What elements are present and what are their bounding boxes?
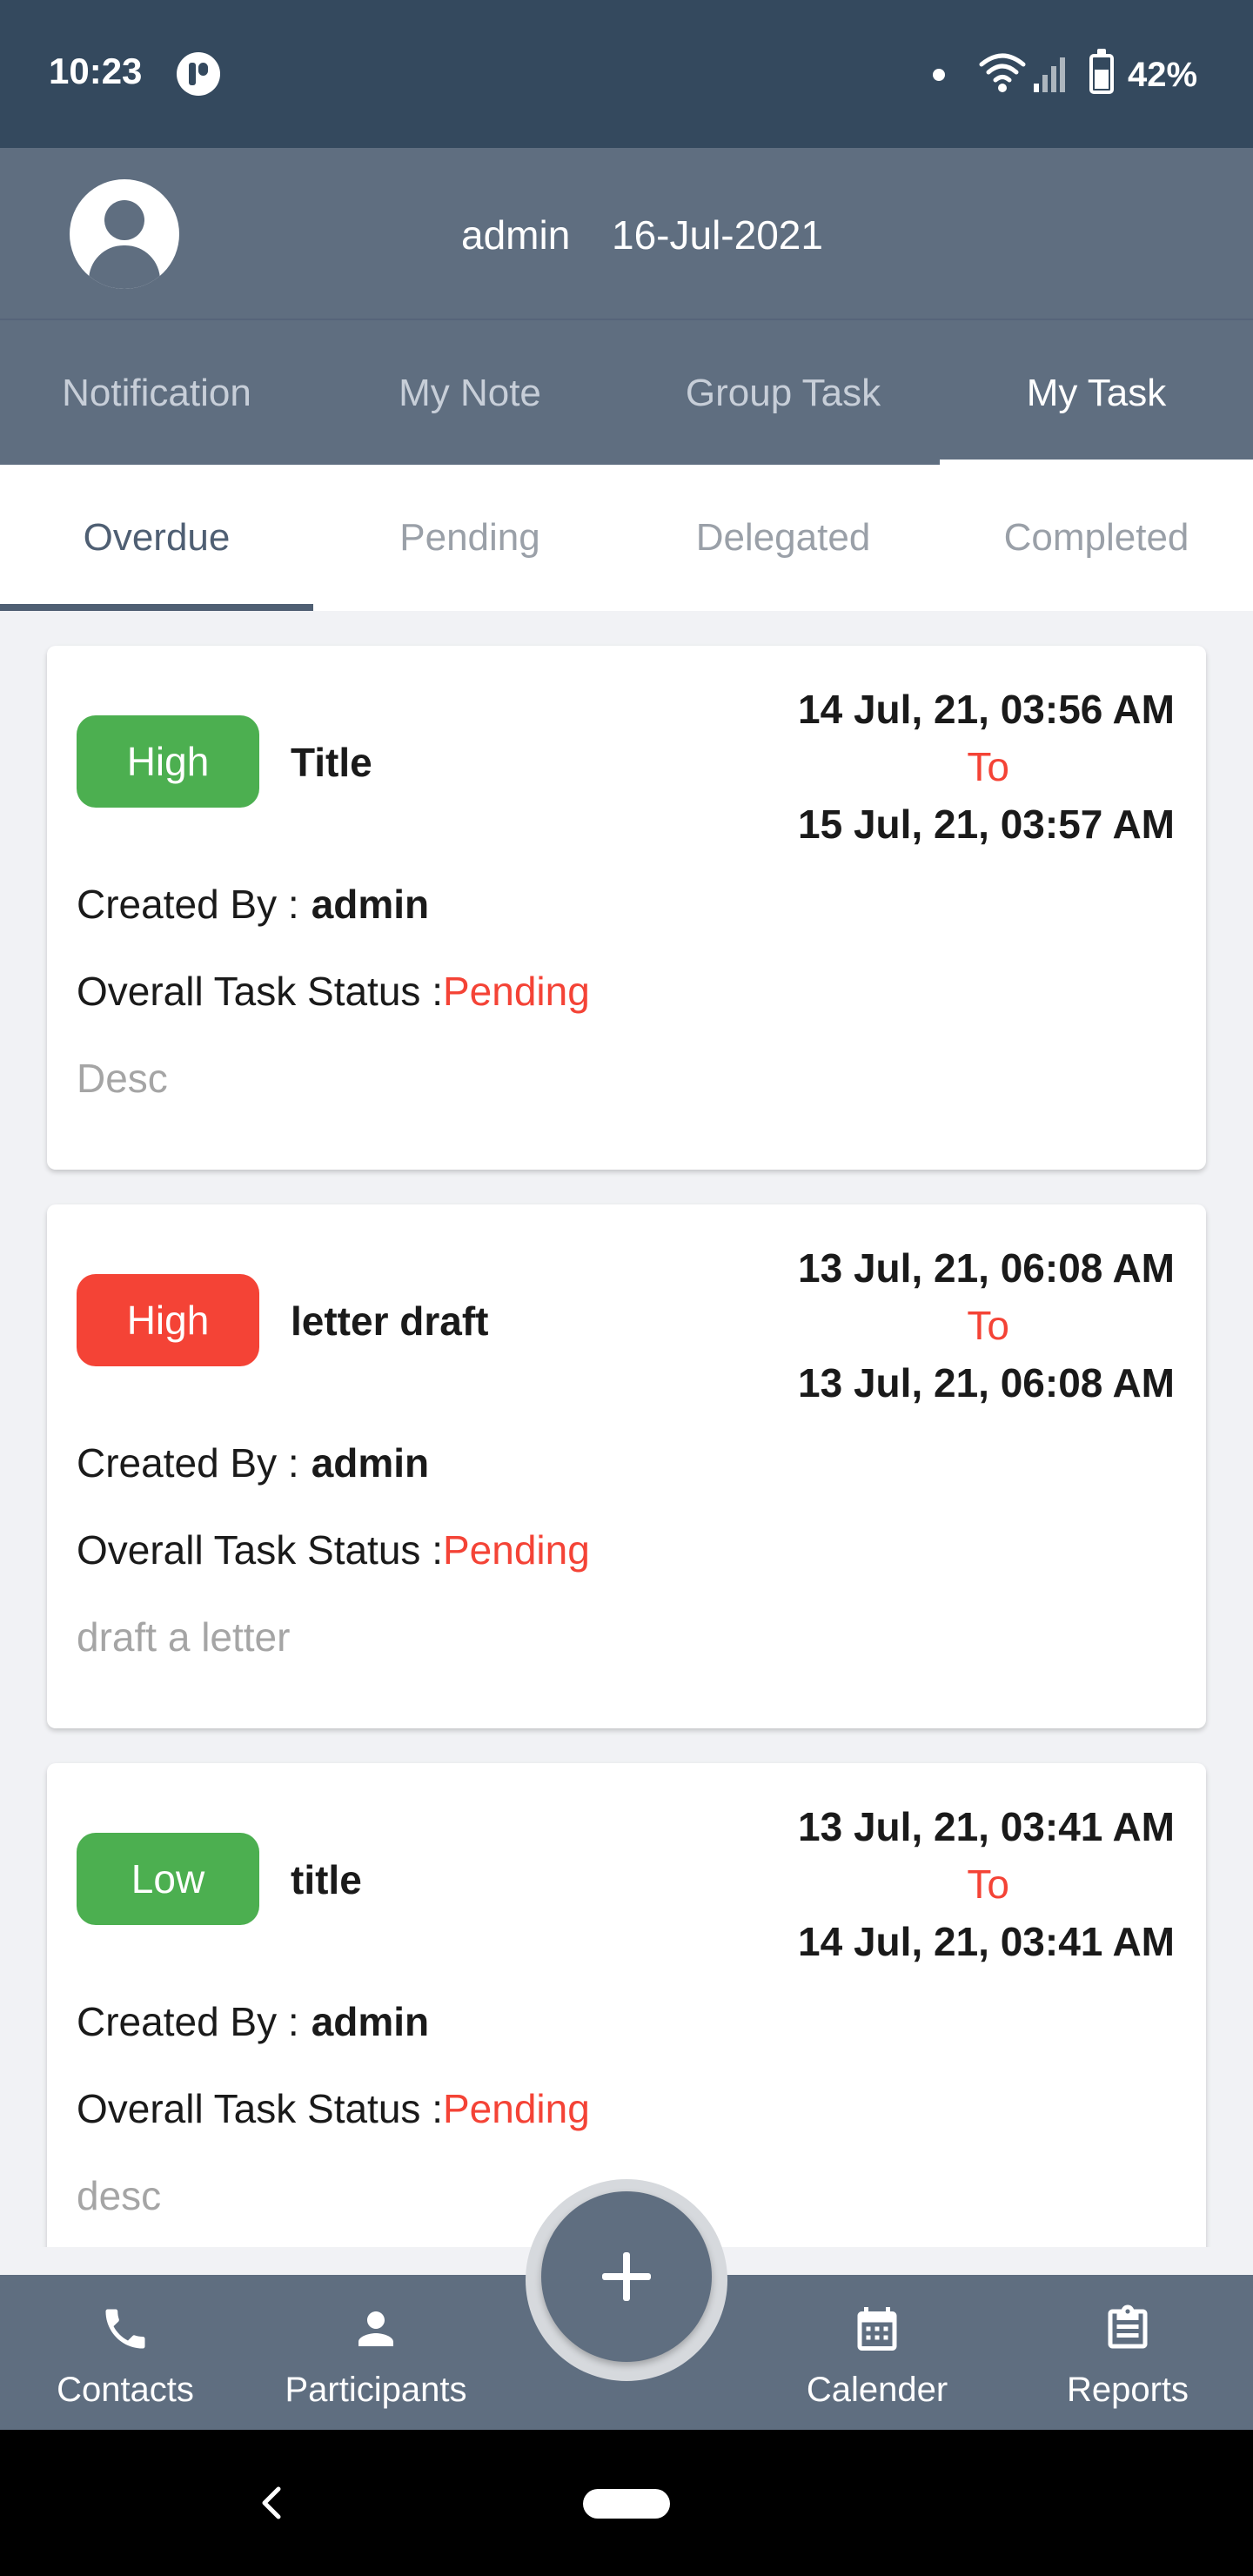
nav-label: Participants	[285, 2371, 467, 2409]
date-to-label: To	[967, 1303, 1009, 1348]
avatar-head	[104, 200, 144, 240]
main-tabs: Notification My Note Group Task My Task	[0, 319, 1253, 466]
task-end-date: 13 Jul, 21, 06:08 AM	[798, 1360, 1175, 1405]
app-notification-icon	[177, 52, 220, 96]
overall-status-value: Pending	[443, 969, 590, 1014]
battery-percent: 42%	[1128, 56, 1198, 94]
person-icon	[358, 2311, 393, 2346]
back-icon[interactable]	[254, 2482, 289, 2524]
header-date: 16-Jul-2021	[612, 212, 823, 258]
overall-status-label: Overall Task Status :	[77, 969, 443, 1014]
task-start-date: 13 Jul, 21, 03:41 AM	[798, 1804, 1175, 1849]
overall-status-label: Overall Task Status :	[77, 2086, 443, 2131]
overall-status-label: Overall Task Status :	[77, 1527, 443, 1573]
status-time: 10:23	[49, 50, 143, 91]
overall-status-row: Overall Task Status :Pending	[77, 1526, 590, 1573]
task-end-date: 14 Jul, 21, 03:41 AM	[798, 1919, 1175, 1964]
created-by-label: Created By :	[77, 882, 299, 927]
task-title: letter draft	[291, 1298, 489, 1344]
task-card[interactable]: High letter draft 13 Jul, 21, 06:08 AM T…	[47, 1204, 1206, 1728]
created-by-value: admin	[311, 882, 430, 927]
created-by-row: Created By : admin	[77, 881, 429, 928]
tab-group-task[interactable]: Group Task	[626, 320, 940, 466]
avatar-body	[89, 245, 160, 289]
tab-completed[interactable]: Completed	[940, 465, 1253, 611]
task-date-range: 14 Jul, 21, 03:56 AM To 15 Jul, 21, 03:5…	[653, 681, 1175, 853]
nav-calender[interactable]: Calender	[752, 2275, 1002, 2430]
task-list: High Title 14 Jul, 21, 03:56 AM To 15 Ju…	[0, 611, 1253, 2247]
notification-dot-icon	[933, 69, 945, 81]
overall-status-row: Overall Task Status :Pending	[77, 2085, 590, 2132]
sub-tab-indicator	[0, 604, 313, 611]
task-description: draft a letter	[77, 1614, 291, 1660]
tab-my-note[interactable]: My Note	[313, 320, 626, 466]
overall-status-value: Pending	[443, 2086, 590, 2131]
task-date-range: 13 Jul, 21, 06:08 AM To 13 Jul, 21, 06:0…	[653, 1239, 1175, 1412]
overall-status-value: Pending	[443, 1527, 590, 1573]
tab-delegated[interactable]: Delegated	[626, 465, 940, 611]
priority-badge: Low	[77, 1833, 259, 1925]
nav-reports[interactable]: Reports	[1002, 2275, 1253, 2430]
task-title: Title	[291, 740, 372, 785]
created-by-label: Created By :	[77, 1999, 299, 2044]
nav-contacts[interactable]: Contacts	[0, 2275, 251, 2430]
home-pill-button[interactable]	[583, 2489, 670, 2519]
created-by-row: Created By : admin	[77, 1439, 429, 1486]
tab-overdue[interactable]: Overdue	[0, 465, 313, 611]
signal-icon	[1034, 57, 1065, 92]
sub-tabs: Overdue Pending Delegated Completed	[0, 465, 1253, 611]
clipboard-icon	[1108, 2304, 1148, 2349]
tab-pending[interactable]: Pending	[313, 465, 626, 611]
tab-notification[interactable]: Notification	[0, 320, 313, 466]
overall-status-row: Overall Task Status :Pending	[77, 968, 590, 1015]
nav-label: Contacts	[57, 2371, 194, 2409]
created-by-label: Created By :	[77, 1440, 299, 1486]
task-date-range: 13 Jul, 21, 03:41 AM To 14 Jul, 21, 03:4…	[653, 1798, 1175, 1970]
created-by-value: admin	[311, 1440, 430, 1486]
priority-badge: High	[77, 715, 259, 808]
task-card[interactable]: Low title 13 Jul, 21, 03:41 AM To 14 Jul…	[47, 1763, 1206, 2247]
task-start-date: 13 Jul, 21, 06:08 AM	[798, 1245, 1175, 1291]
task-title: title	[291, 1857, 362, 1902]
nav-label: Calender	[806, 2371, 948, 2409]
nav-participants[interactable]: Participants	[251, 2275, 501, 2430]
date-to-label: To	[967, 1862, 1009, 1907]
wifi-icon	[979, 53, 1026, 92]
created-by-value: admin	[311, 1999, 430, 2044]
calendar-icon	[857, 2307, 897, 2351]
phone-icon	[105, 2309, 145, 2349]
nav-label: Reports	[1066, 2371, 1189, 2409]
battery-icon	[1089, 49, 1114, 94]
system-nav-bar	[0, 2430, 1253, 2576]
date-to-label: To	[967, 744, 1009, 789]
created-by-row: Created By : admin	[77, 1998, 429, 2045]
tab-my-task[interactable]: My Task	[940, 320, 1253, 466]
priority-badge: High	[77, 1274, 259, 1366]
task-end-date: 15 Jul, 21, 03:57 AM	[798, 802, 1175, 847]
task-description: desc	[77, 2173, 162, 2218]
add-task-button[interactable]	[541, 2191, 712, 2362]
task-start-date: 14 Jul, 21, 03:56 AM	[798, 687, 1175, 732]
status-bar: 10:23 42%	[0, 0, 1253, 148]
plus-icon	[602, 2252, 651, 2301]
avatar[interactable]	[70, 179, 179, 289]
header-username: admin	[461, 212, 571, 258]
task-description: Desc	[77, 1056, 168, 1101]
task-card[interactable]: High Title 14 Jul, 21, 03:56 AM To 15 Ju…	[47, 646, 1206, 1170]
